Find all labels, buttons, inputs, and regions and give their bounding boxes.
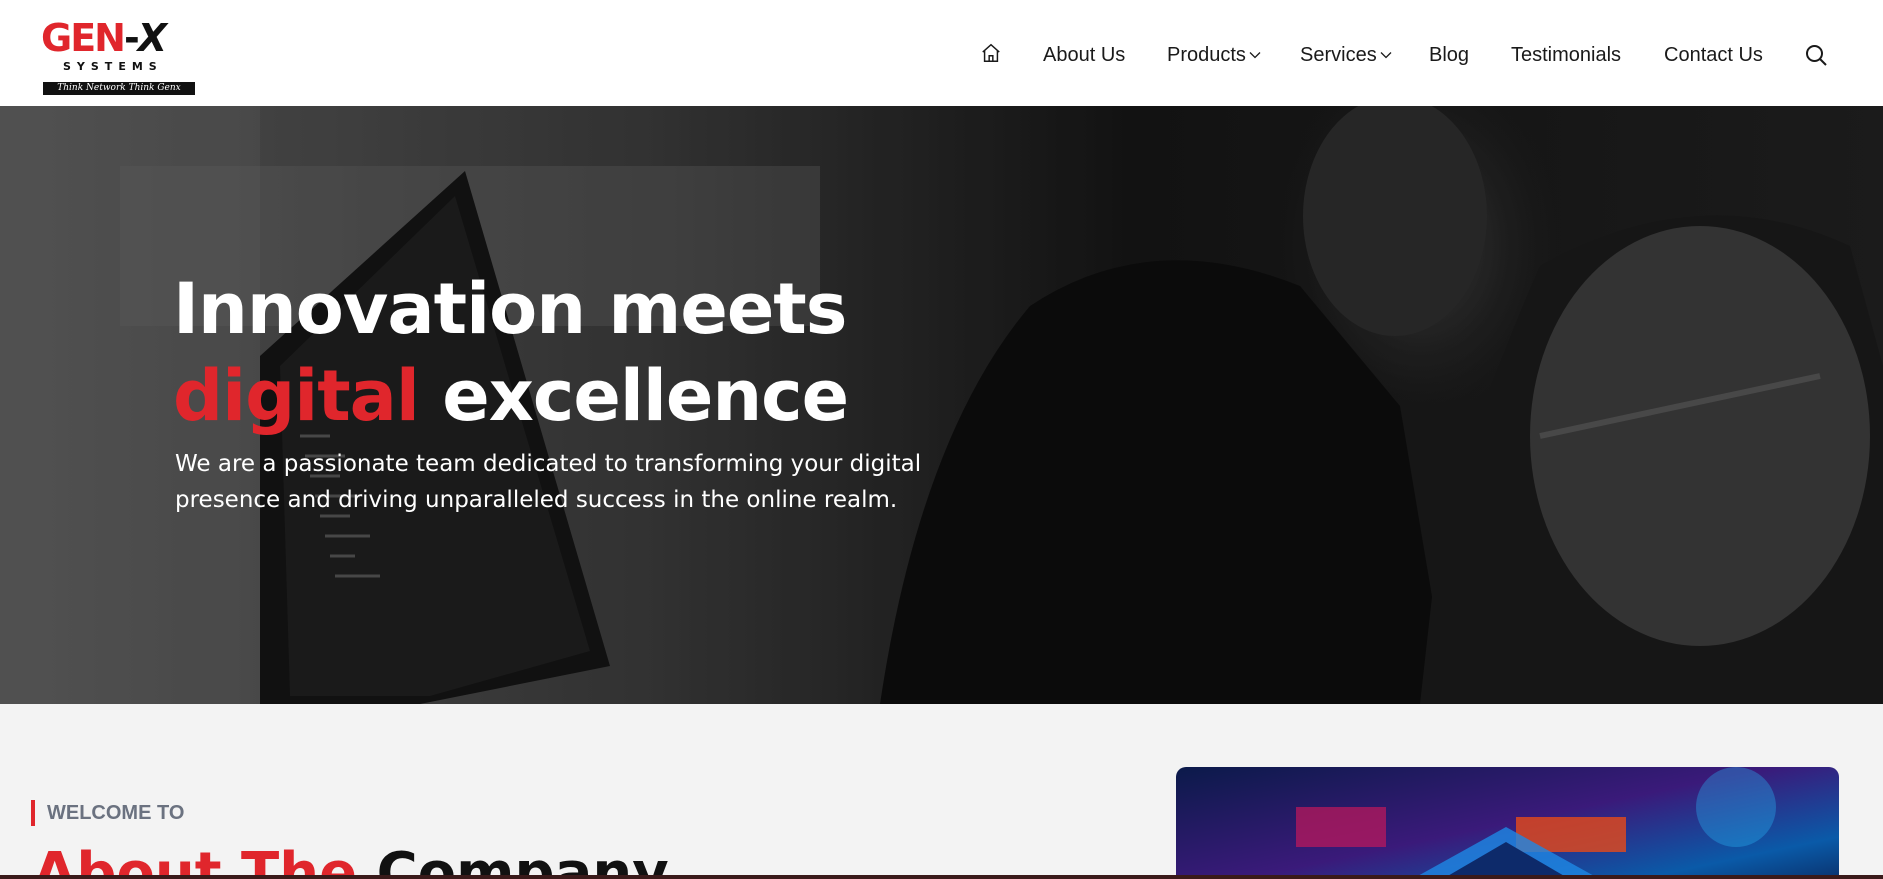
chevron-down-icon <box>1249 52 1261 59</box>
nav-services-label: Services <box>1300 44 1377 66</box>
about-image <box>1176 767 1839 879</box>
nav-products[interactable]: Products <box>1167 42 1262 68</box>
logo-subtitle: SYSTEMS <box>63 60 163 73</box>
hero-banner: Innovation meets digital excellence We a… <box>0 106 1883 704</box>
hero-headline-accent: digital <box>173 355 420 437</box>
hero-description: We are a passionate team dedicated to tr… <box>175 451 922 513</box>
search-icon[interactable] <box>1804 43 1828 67</box>
nav-testimonials-label: Testimonials <box>1511 44 1622 66</box>
nav-blog-label: Blog <box>1429 44 1470 66</box>
hero-headline-rest: excellence <box>418 355 849 437</box>
about-section: WELCOME TO About The Company <box>0 704 1883 879</box>
about-title: About The Company <box>33 844 669 879</box>
about-title-black: Company <box>357 841 669 879</box>
home-icon[interactable] <box>980 42 1002 64</box>
nav-contact-us[interactable]: Contact Us <box>1664 42 1763 68</box>
hero-headline-line1: Innovation meets <box>173 268 847 350</box>
nav-testimonials[interactable]: Testimonials <box>1511 42 1621 68</box>
nav-contact-us-label: Contact Us <box>1664 44 1763 66</box>
logo-brand-main: GEN <box>41 16 126 60</box>
logo-wordmark: GEN-X <box>41 16 167 60</box>
logo-tagline: Think Network Think Genx <box>43 82 195 95</box>
nav-about-us[interactable]: About Us <box>1043 42 1125 68</box>
site-header: GEN-X SYSTEMS Think Network Think Genx A… <box>0 0 1883 106</box>
logo-brand-dash: - <box>123 16 140 60</box>
logo-brand-x: X <box>137 16 167 60</box>
hero-headline: Innovation meets digital excellence <box>173 266 849 440</box>
page-bottom-edge <box>0 875 1883 879</box>
chevron-down-icon <box>1380 52 1392 59</box>
about-eyebrow: WELCOME TO <box>31 800 184 826</box>
nav-about-us-label: About Us <box>1043 44 1126 66</box>
about-title-red: About The <box>33 841 358 879</box>
nav-services[interactable]: Services <box>1300 42 1393 68</box>
nav-products-label: Products <box>1167 44 1246 66</box>
nav-blog[interactable]: Blog <box>1429 42 1469 68</box>
company-logo[interactable]: GEN-X SYSTEMS Think Network Think Genx <box>41 16 195 96</box>
